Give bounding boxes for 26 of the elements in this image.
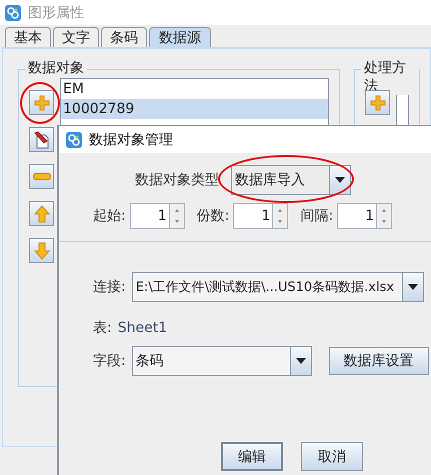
type-dropdown[interactable]: 数据库导入 [231, 165, 351, 195]
number-spinner[interactable]: 1 [337, 203, 392, 229]
list-item[interactable]: EM [61, 79, 328, 99]
tab[interactable]: 基本 [5, 27, 51, 47]
field-label: 间隔: [300, 207, 334, 225]
cancel-button[interactable]: 取消 [301, 442, 363, 471]
database-settings-button[interactable]: 数据库设置 [328, 347, 429, 375]
list-item[interactable]: 10002789 [61, 99, 328, 119]
dialog-title: 数据对象管理 [89, 130, 173, 148]
field-label: 表: [93, 319, 112, 337]
connection-dropdown[interactable]: E:\工作文件\测试数据\...US10条码数据.xlsx [132, 272, 424, 302]
field-label: 字段: [93, 352, 126, 370]
tab[interactable]: 数据源 [149, 27, 211, 47]
field-label: 起始: [93, 207, 126, 225]
field-label: 份数: [196, 207, 230, 225]
window-title: 图形属性 [28, 4, 84, 22]
tab[interactable]: 文字 [53, 27, 99, 47]
group-title: 数据对象 [25, 59, 87, 77]
field-label: 连接: [93, 278, 126, 296]
tab[interactable]: 条码 [101, 27, 147, 47]
number-spinner[interactable]: 1 [130, 203, 185, 229]
number-spinner[interactable]: 1 [233, 203, 288, 229]
table-name: Sheet1 [118, 320, 168, 336]
field-label: 数据对象类型 [135, 171, 219, 189]
edit-button[interactable]: 编辑 [221, 442, 283, 471]
field-dropdown[interactable]: 条码 [132, 346, 312, 376]
